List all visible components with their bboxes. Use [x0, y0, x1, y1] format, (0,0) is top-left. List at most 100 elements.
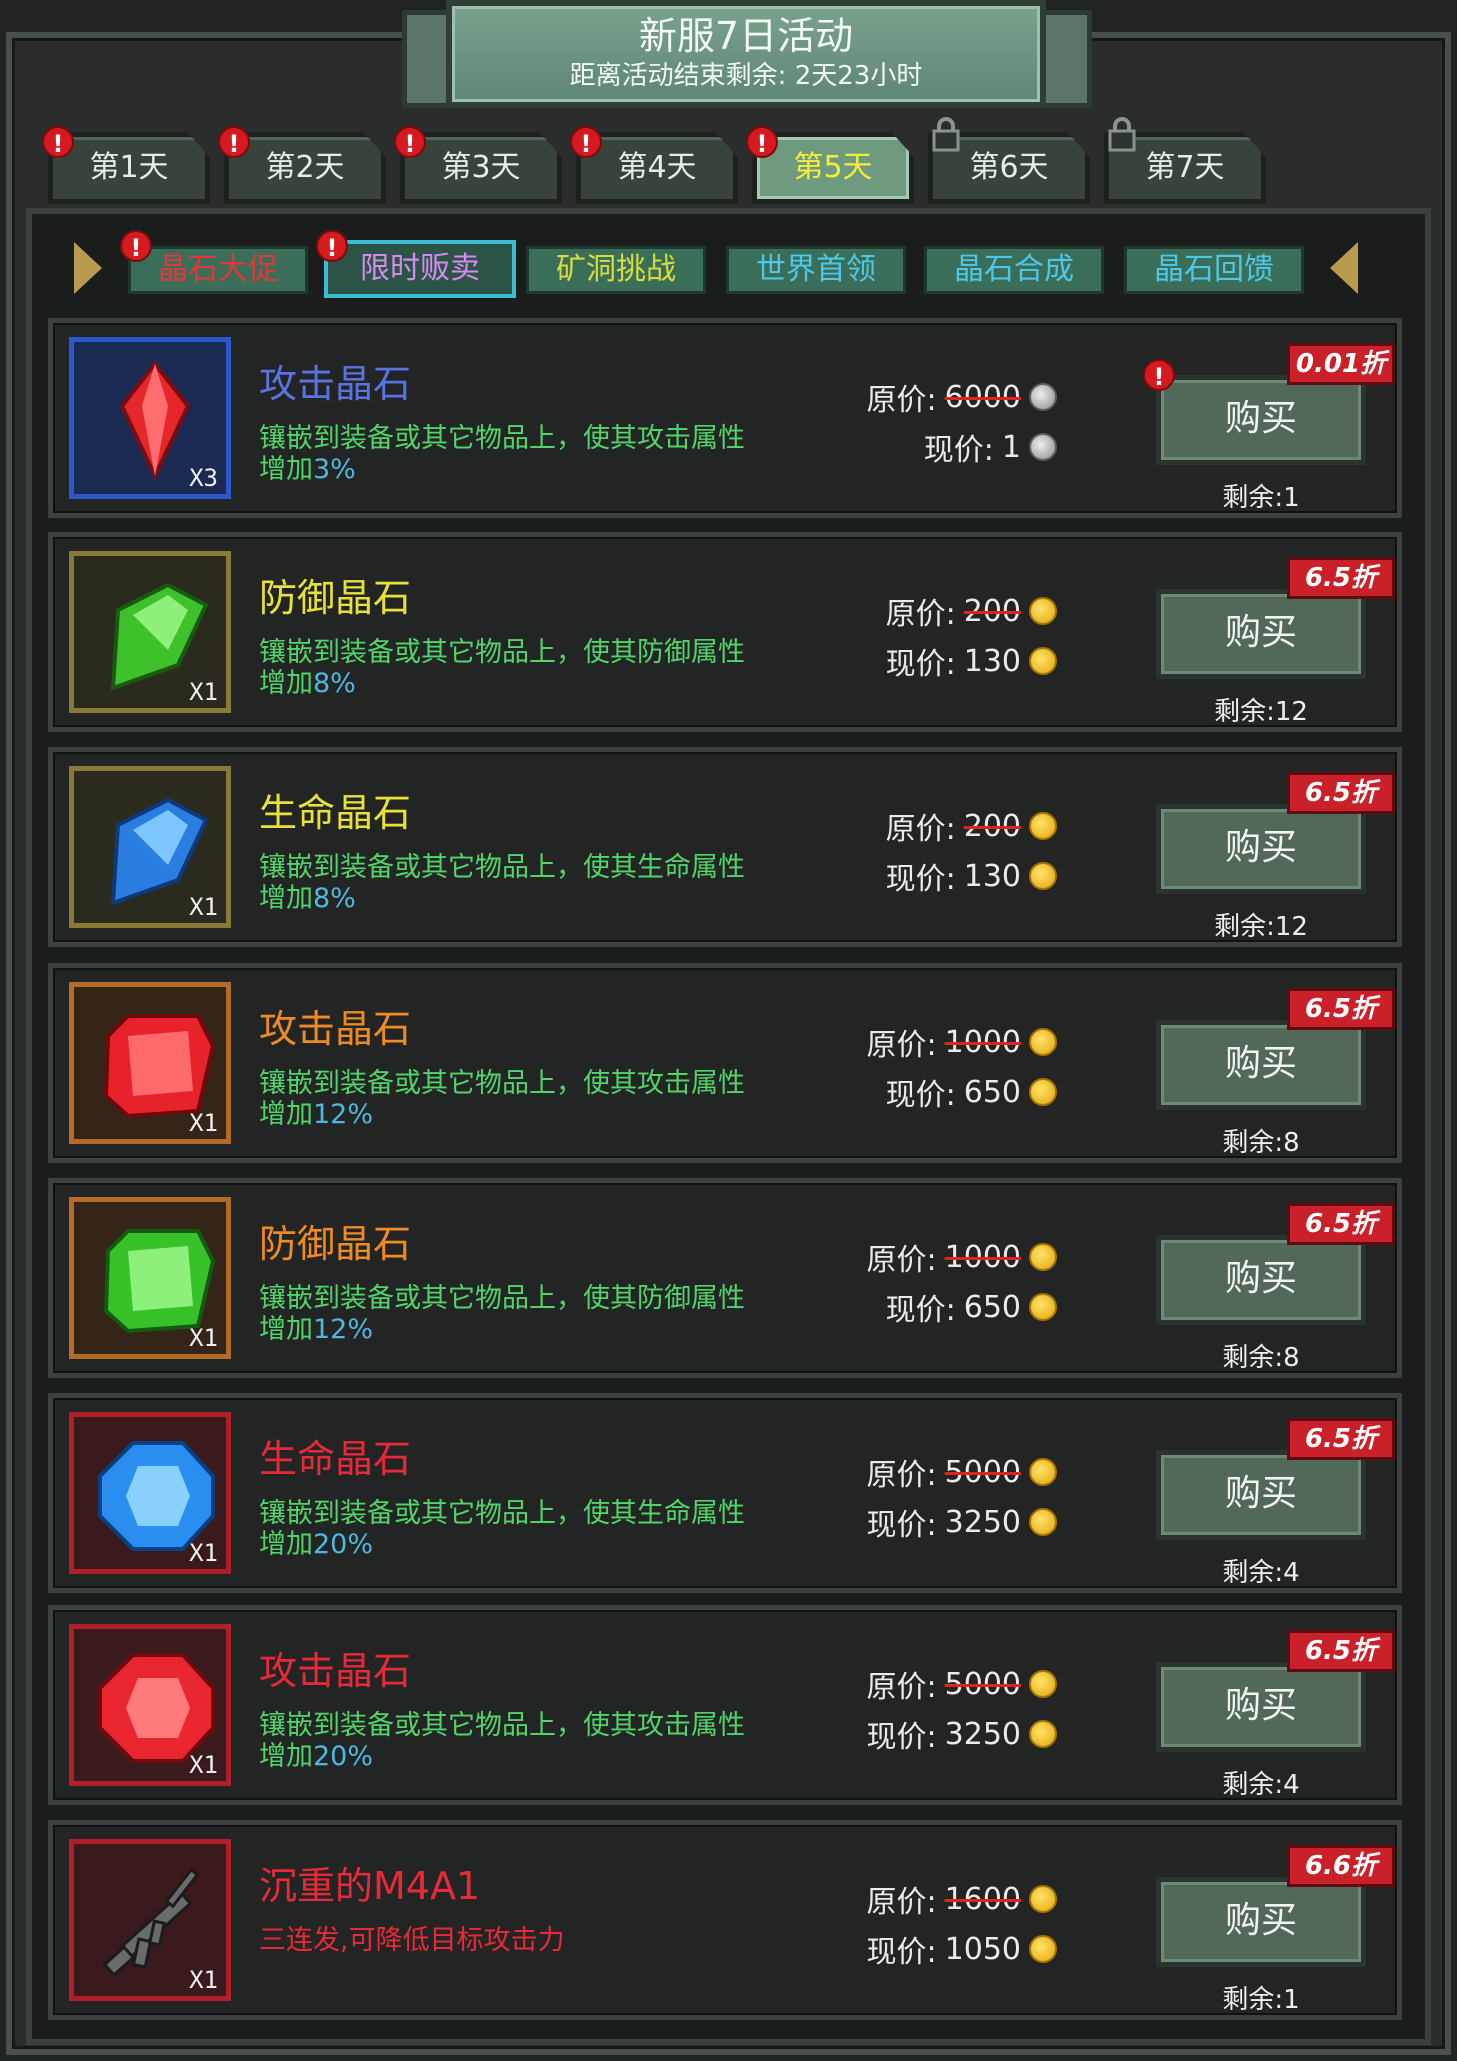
- gold-coin-icon: [1029, 812, 1057, 840]
- buy-button[interactable]: 购买: [1156, 589, 1366, 679]
- item-description: 镶嵌到装备或其它物品上，使其防御属性 增加12%: [259, 1283, 819, 1345]
- item-icon-slot: X1: [69, 1624, 231, 1786]
- current-price-label: 现价:: [885, 862, 956, 897]
- bonus-label: 增加: [259, 883, 313, 914]
- item-icon-slot: X1: [69, 551, 231, 713]
- item-row: X1 沉重的M4A1 三连发,可降低目标攻击力 原价: 1600 现价: 1050 购买 6.6…: [48, 1820, 1402, 2020]
- item-row: X3 攻击晶石 镶嵌到装备或其它物品上，使其攻击属性 增加3% 原价: 6000 现价: 1 购…: [48, 318, 1402, 518]
- description-bonus: 增加3%: [259, 454, 819, 485]
- item-row: X1 攻击晶石 镶嵌到装备或其它物品上，使其攻击属性 增加20% 原价: 5000 现价: 3…: [48, 1605, 1402, 1805]
- buy-button[interactable]: 购买: [1156, 1877, 1366, 1967]
- item-description: 镶嵌到装备或其它物品上，使其生命属性 增加20%: [259, 1498, 819, 1560]
- item-row: X1 生命晶石 镶嵌到装备或其它物品上，使其生命属性 增加20% 原价: 5000 现价: 3…: [48, 1393, 1402, 1593]
- gold-coin-icon: [1029, 1670, 1057, 1698]
- original-price: 原价: 200: [886, 589, 1057, 633]
- gold-coin-icon: [1029, 1293, 1057, 1321]
- item-row: X1 攻击晶石 镶嵌到装备或其它物品上，使其攻击属性 增加12% 原价: 1000 现价: 6…: [48, 963, 1402, 1163]
- buy-button[interactable]: 购买: [1156, 804, 1366, 894]
- lock-icon: [932, 117, 960, 152]
- original-price-value: 5000: [944, 1454, 1021, 1490]
- discount-badge: 6.5折: [1287, 988, 1395, 1030]
- description-bonus: 增加20%: [259, 1529, 819, 1560]
- current-price-label: 现价:: [885, 1078, 956, 1113]
- alert-badge-icon: !: [570, 126, 602, 158]
- bonus-percent: 20%: [313, 1529, 374, 1560]
- alert-badge-icon: !: [316, 230, 348, 262]
- event-header: 新服7日活动 距离活动结束剩余: 2天23小时: [446, 0, 1046, 108]
- current-price: 现价: 1050: [867, 1927, 1057, 1971]
- buy-button[interactable]: 购买: [1156, 1235, 1366, 1325]
- bonus-percent: 8%: [313, 883, 356, 914]
- current-price-label: 现价:: [885, 647, 956, 682]
- bonus-label: 增加: [259, 1529, 313, 1560]
- description-bonus: 增加20%: [259, 1741, 819, 1772]
- original-price-value: 6000: [944, 379, 1021, 415]
- original-price: 原价: 200: [886, 804, 1057, 848]
- description-line: 镶嵌到装备或其它物品上，使其防御属性: [259, 1283, 745, 1314]
- remaining-count: 剩余:4: [1222, 1770, 1300, 1800]
- remaining-count: 剩余:1: [1222, 483, 1300, 513]
- alert-badge-icon: !: [1143, 359, 1175, 391]
- original-price-value: 200: [963, 593, 1021, 629]
- gold-coin-icon: [1029, 1028, 1057, 1056]
- discount-badge: 0.01折: [1287, 343, 1395, 385]
- original-price-label: 原价:: [866, 1885, 937, 1920]
- item-icon-slot: X1: [69, 1197, 231, 1359]
- buy-button[interactable]: 购买: [1156, 1662, 1366, 1752]
- description-line: 镶嵌到装备或其它物品上，使其生命属性: [259, 852, 745, 883]
- gold-coin-icon: [1029, 862, 1057, 890]
- subtab-5[interactable]: 晶石合成: [924, 246, 1104, 294]
- original-price: 原价: 1000: [867, 1020, 1057, 1064]
- subtab-6[interactable]: 晶石回馈: [1124, 246, 1304, 294]
- item-row: X1 防御晶石 镶嵌到装备或其它物品上，使其防御属性 增加8% 原价: 200 现价: 130…: [48, 532, 1402, 732]
- item-description: 三连发,可降低目标攻击力: [259, 1925, 819, 1956]
- buy-button[interactable]: 购买: [1156, 375, 1366, 465]
- silver-coin-icon: [1029, 433, 1057, 461]
- description-bonus: 增加12%: [259, 1314, 819, 1345]
- buy-button[interactable]: 购买: [1156, 1020, 1366, 1110]
- current-price-value: 650: [963, 1074, 1021, 1110]
- original-price-label: 原价:: [866, 1028, 937, 1063]
- bonus-percent: 3%: [313, 454, 356, 485]
- item-name: 防御晶石: [259, 1222, 412, 1266]
- description-line: 镶嵌到装备或其它物品上，使其防御属性: [259, 637, 745, 668]
- scroll-left-arrow-icon[interactable]: [74, 242, 102, 294]
- gold-coin-icon: [1029, 1078, 1057, 1106]
- remaining-count: 剩余:1: [1222, 1985, 1300, 2015]
- buy-button[interactable]: 购买: [1156, 1450, 1366, 1540]
- item-quantity: X1: [189, 1539, 218, 1567]
- current-price-value: 1050: [944, 1931, 1021, 1967]
- original-price: 原价: 5000: [867, 1662, 1057, 1706]
- subtab-2[interactable]: 限时贩卖: [324, 240, 516, 298]
- remaining-count: 剩余:8: [1222, 1343, 1300, 1373]
- scroll-right-arrow-icon[interactable]: [1330, 242, 1358, 294]
- original-price-value: 200: [963, 808, 1021, 844]
- remaining-count: 剩余:12: [1214, 697, 1308, 727]
- alert-badge-icon: !: [218, 126, 250, 158]
- bonus-label: 增加: [259, 1099, 313, 1130]
- item-row: X1 生命晶石 镶嵌到装备或其它物品上，使其生命属性 增加8% 原价: 200 现价: 130…: [48, 747, 1402, 947]
- remaining-count: 剩余:12: [1214, 912, 1308, 942]
- discount-badge: 6.5折: [1287, 772, 1395, 814]
- subtab-3[interactable]: 矿洞挑战: [526, 246, 706, 294]
- description-line: 镶嵌到装备或其它物品上，使其生命属性: [259, 1498, 745, 1529]
- item-quantity: X1: [189, 1324, 218, 1352]
- discount-badge: 6.5折: [1287, 1203, 1395, 1245]
- description-bonus: 增加8%: [259, 668, 819, 699]
- current-price-value: 650: [963, 1289, 1021, 1325]
- original-price-label: 原价:: [885, 812, 956, 847]
- current-price-value: 3250: [944, 1504, 1021, 1540]
- original-price: 原价: 1000: [867, 1235, 1057, 1279]
- bonus-label: 增加: [259, 1741, 313, 1772]
- item-name: 防御晶石: [259, 576, 412, 620]
- lock-icon: [1108, 117, 1136, 152]
- subtab-1[interactable]: 晶石大促: [128, 246, 308, 294]
- bonus-percent: 8%: [313, 668, 356, 699]
- item-quantity: X1: [189, 1751, 218, 1779]
- subtab-4[interactable]: 世界首领: [726, 246, 906, 294]
- item-name: 沉重的M4A1: [259, 1864, 481, 1908]
- current-price-value: 1: [1001, 429, 1021, 465]
- item-description: 镶嵌到装备或其它物品上，使其攻击属性 增加3%: [259, 423, 819, 485]
- gold-coin-icon: [1029, 1935, 1057, 1963]
- current-price-label: 现价:: [866, 1720, 937, 1755]
